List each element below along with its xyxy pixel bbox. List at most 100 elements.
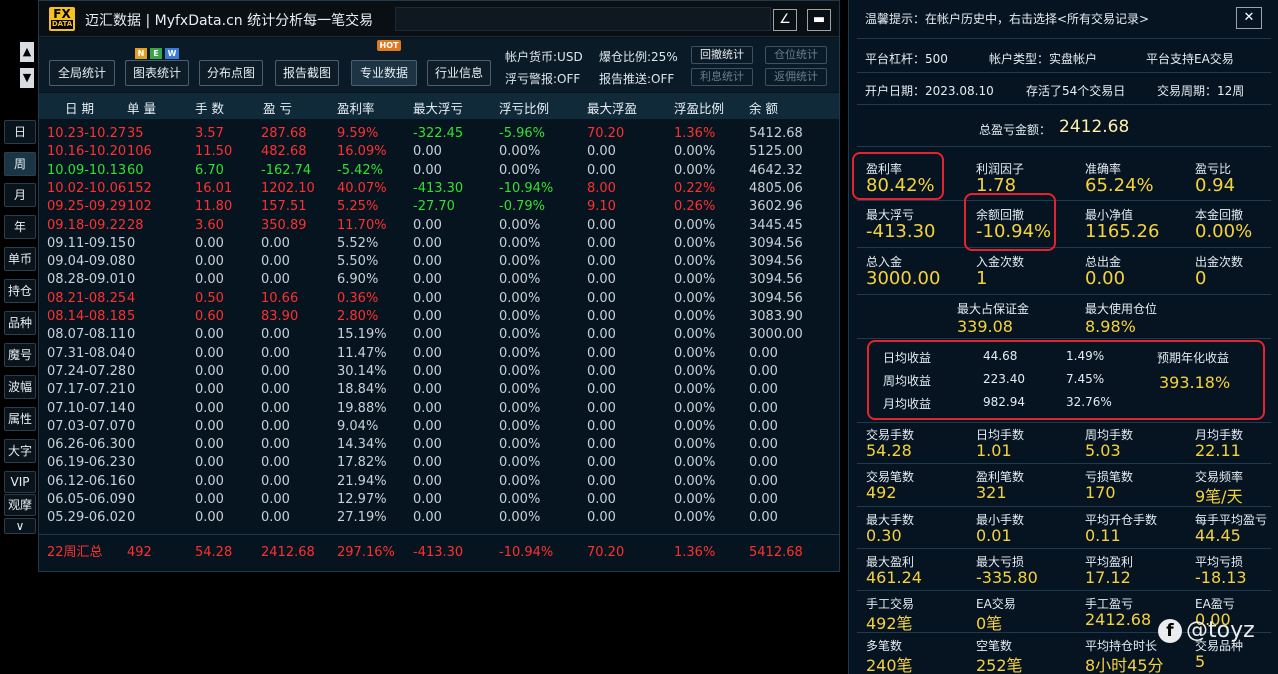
stat-value: 0.01 (976, 526, 1012, 545)
table-row[interactable]: 07.24-07.28 0 0.00 0.00 30.14% 0.00 0.00% 0.00 0… (39, 363, 839, 381)
nav-symbol-button[interactable]: 品种 (4, 311, 36, 335)
nav-more-button[interactable]: ∨ (4, 518, 36, 534)
cell-orders: 152 (127, 180, 152, 196)
cell-date: 07.10-07.14 (47, 400, 127, 416)
table-row[interactable]: 07.03-07.07 0 0.00 0.00 9.04% 0.00 0.00% 0.00 0.… (39, 418, 839, 436)
cell-lots: 3.60 (195, 217, 224, 233)
interest-stats-button[interactable]: 利息统计 (691, 68, 753, 86)
header-date[interactable]: 日 期 (65, 98, 94, 117)
table-row[interactable]: 09.11-09.15 0 0.00 0.00 5.52% 0.00 0.00% 0.00 0.… (39, 235, 839, 253)
header-profit[interactable]: 盈 亏 (263, 98, 292, 117)
cell-float-loss-pct: 0.00% (499, 363, 541, 379)
nav-day-button[interactable]: 日 (4, 120, 36, 144)
cell-balance: 3094.56 (749, 235, 803, 251)
minimize-icon[interactable]: ▬ (807, 9, 831, 31)
cell-profit-rate: 2.80% (337, 309, 379, 324)
cell-orders: 60 (127, 162, 144, 178)
table-row[interactable]: 08.07-08.11 0 0.00 0.00 15.19% 0.00 0.00% 0.00 0… (39, 326, 839, 344)
cell-float-profit-pct: 0.00% (674, 290, 716, 306)
nav-single-currency-button[interactable]: 单币 (4, 247, 36, 271)
cell-profit-rate: 5.52% (337, 235, 379, 251)
rebate-stats-button[interactable]: 返佣统计 (765, 68, 827, 86)
table-row[interactable]: 08.21-08.25 4 0.50 10.66 0.36% 0.00 0.00% 0.00 0… (39, 290, 839, 308)
table-row[interactable]: 06.12-06.16 0 0.00 0.00 21.94% 0.00 0.00% 0.00 0… (39, 473, 839, 491)
table-row[interactable]: 08.14-08.18 5 0.60 83.90 2.80% 0.00 0.00% 0.00 0… (39, 308, 839, 326)
cell-float-loss-pct: -10.94% (499, 180, 554, 196)
nav-range-button[interactable]: 波幅 (4, 375, 36, 399)
pin-icon[interactable]: ∠ (773, 9, 797, 31)
cell-float-profit-pct: 0.00% (674, 418, 716, 434)
cell-float-loss-pct: -5.96% (499, 126, 545, 141)
chart-stats-button[interactable]: 图表统计 (125, 60, 189, 86)
cell-profit: 0.00 (261, 437, 290, 453)
distribution-chart-button[interactable]: 分布点图 (199, 60, 263, 86)
table-row[interactable]: 09.04-09.08 0 0.00 0.00 5.50% 0.00 0.00% 0.00 0.… (39, 253, 839, 271)
header-orders[interactable]: 单 量 (127, 98, 156, 117)
cell-profit: 0.00 (261, 254, 290, 270)
cell-profit: 0.00 (261, 382, 290, 398)
header-float-loss-pct[interactable]: 浮亏比例 (499, 98, 549, 117)
industry-info-button[interactable]: 行业信息 (427, 60, 491, 86)
nav-month-button[interactable]: 月 (4, 183, 36, 207)
nav-big-font-button[interactable]: 大字 (4, 439, 36, 463)
header-max-float-profit[interactable]: 最大浮盈 (587, 98, 637, 117)
table-row[interactable]: 10.23-10.27 35 3.57 287.68 9.59% -322.45 -5.96… (39, 125, 839, 143)
cell-float-profit-pct: 0.00% (674, 492, 716, 507)
nav-attribute-button[interactable]: 属性 (4, 407, 36, 431)
cell-max-float-profit: 0.00 (587, 492, 616, 507)
table-row[interactable]: 08.28-09.01 0 0.00 0.00 6.90% 0.00 0.00% 0.00 0.… (39, 271, 839, 289)
nav-holding-button[interactable]: 持仓 (4, 279, 36, 303)
table-row[interactable]: 10.09-10.13 60 6.70 -162.74 -5.42% 0.00 0.00% 0… (39, 162, 839, 180)
table-row[interactable]: 07.10-07.14 0 0.00 0.00 19.88% 0.00 0.00% 0.00 0… (39, 400, 839, 418)
title-input[interactable] (395, 7, 771, 31)
report-push[interactable]: 报告推送:OFF (599, 70, 674, 87)
header-profit-rate[interactable]: 盈利率 (337, 98, 375, 117)
stat-value: 2412.68 (1085, 610, 1152, 629)
header-balance[interactable]: 余 额 (749, 98, 778, 117)
table-row[interactable]: 09.25-09.29 102 11.80 157.51 5.25% -27.70 -0.7… (39, 198, 839, 216)
table-row[interactable]: 07.17-07.21 0 0.00 0.00 18.84% 0.00 0.00% 0.00 0… (39, 381, 839, 399)
cell-lots: 11.50 (195, 144, 233, 160)
nav-vip-button[interactable]: VIP (4, 471, 36, 493)
cell-profit-rate: 30.14% (337, 363, 387, 379)
cell-float-loss-pct: 0.00% (499, 144, 541, 160)
header-max-float-loss[interactable]: 最大浮亏 (413, 98, 463, 117)
cell-lots: 0.00 (195, 363, 224, 379)
scroll-down-button[interactable]: ▼ (20, 68, 34, 88)
cell-profit: 0.00 (261, 473, 290, 489)
cell-balance: 0.00 (749, 455, 778, 471)
stats-panel: 温馨提示：在帐户历史中，右击选择<所有交易记录> ✕ 平台杠杆：500 帐户类型… (848, 0, 1278, 674)
divider (857, 463, 1271, 464)
position-stats-button[interactable]: 仓位统计 (765, 46, 827, 64)
table-row[interactable]: 06.26-06.30 0 0.00 0.00 14.34% 0.00 0.00% 0.00 0… (39, 436, 839, 454)
nav-week-button[interactable]: 周 (4, 152, 36, 176)
float-alert[interactable]: 浮亏警报:OFF (505, 70, 580, 87)
header-lots[interactable]: 手 数 (195, 98, 224, 117)
table-row[interactable]: 10.16-10.20 106 11.50 482.68 16.09% 0.00 0.00%… (39, 143, 839, 161)
pro-data-button[interactable]: 专业数据 (351, 60, 417, 86)
header-float-profit-pct[interactable]: 浮盈比例 (674, 98, 724, 117)
table-row[interactable]: 09.18-09.22 28 3.60 350.89 11.70% 0.00 0.00% 0.… (39, 217, 839, 235)
cell-float-loss-pct: 0.00% (499, 327, 541, 343)
cell-balance: 0.00 (749, 473, 778, 489)
account-currency: 帐户货币:USD (505, 50, 583, 64)
table-row[interactable]: 06.19-06.23 0 0.00 0.00 17.82% 0.00 0.00% 0.00 0… (39, 454, 839, 472)
drawdown-stats-button[interactable]: 回撤统计 (691, 46, 753, 64)
cell-orders: 0 (127, 235, 136, 251)
cell-profit-rate: 27.19% (337, 510, 387, 526)
cell-float-profit-pct: 0.00% (674, 235, 716, 251)
table-row[interactable]: 10.02-10.06 152 16.01 1202.10 40.07% -413.30 -… (39, 180, 839, 198)
report-screenshot-button[interactable]: 报告截图 (275, 60, 339, 86)
cell-lots: 0.00 (195, 400, 224, 416)
table-row[interactable]: 06.05-06.09 0 0.00 0.00 12.97% 0.00 0.00% 0.00 0… (39, 491, 839, 509)
nav-year-button[interactable]: 年 (4, 215, 36, 239)
close-icon[interactable]: ✕ (1236, 7, 1262, 29)
table-row[interactable]: 07.31-08.04 0 0.00 0.00 11.47% 0.00 0.00% 0.00 0… (39, 345, 839, 363)
table-row[interactable]: 05.29-06.02 0 0.00 0.00 27.19% 0.00 0.00% 0.00 0… (39, 509, 839, 527)
scroll-up-button[interactable]: ▲ (20, 42, 34, 62)
trade-days: 存活了54个交易日 (1026, 84, 1126, 98)
cell-float-loss-pct: 0.00% (499, 473, 541, 489)
nav-observe-button[interactable]: 观摩 (4, 494, 36, 516)
global-stats-button[interactable]: 全局统计 (49, 60, 115, 86)
nav-magic-button[interactable]: 魔号 (4, 343, 36, 367)
